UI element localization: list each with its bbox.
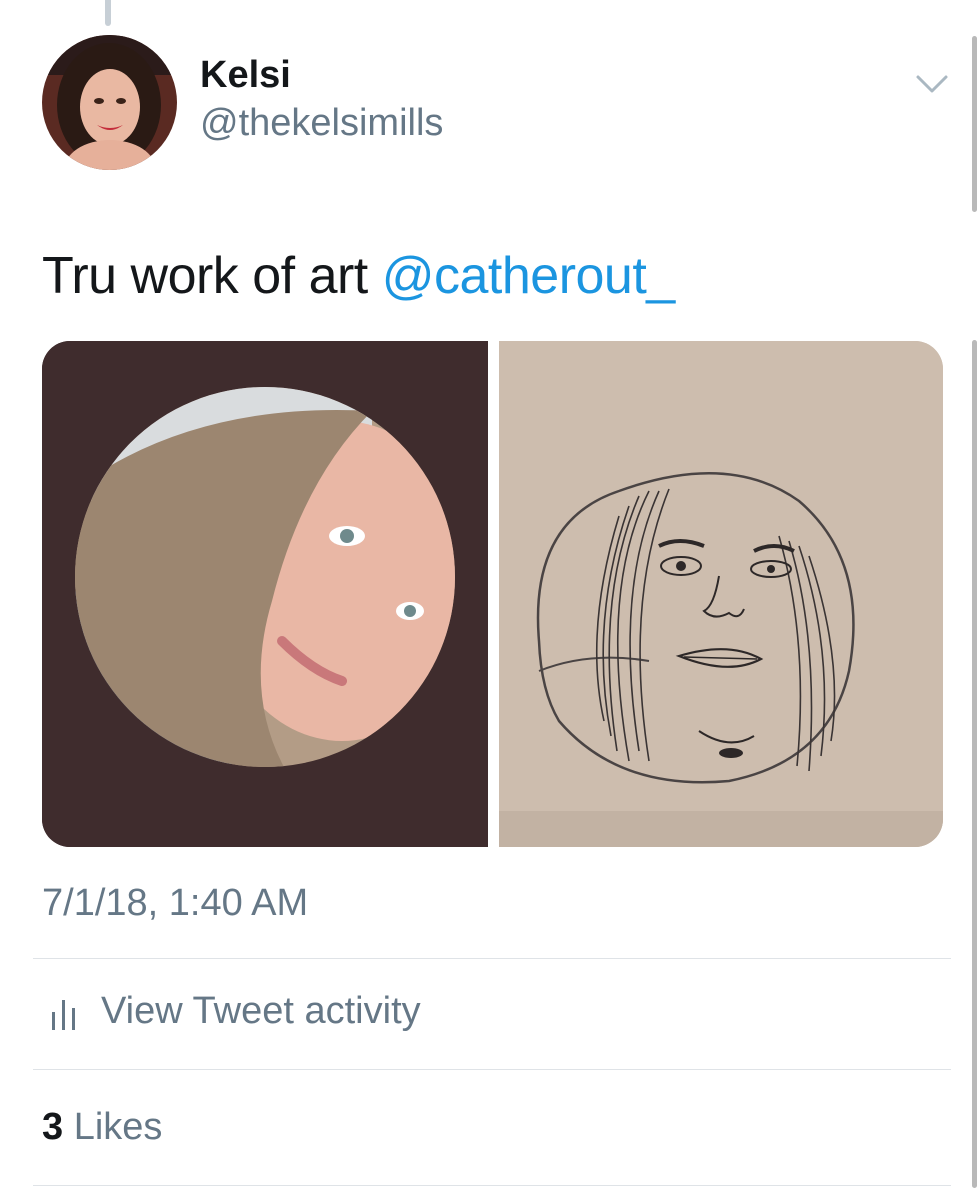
author-display-name[interactable]: Kelsi <box>200 54 291 97</box>
likes-label: Likes <box>63 1106 163 1148</box>
view-tweet-activity-label: View Tweet activity <box>101 990 421 1032</box>
divider <box>33 958 951 959</box>
thread-connector-line <box>105 0 111 26</box>
tweet-body: Tru work of art <box>42 247 382 305</box>
likes-stat[interactable]: 3 Likes <box>42 1106 162 1149</box>
scrollbar-thumb[interactable] <box>972 340 977 1188</box>
selfie-photo <box>42 341 488 847</box>
media-photo-left[interactable] <box>42 341 488 847</box>
avatar[interactable] <box>42 35 177 170</box>
avatar-image <box>42 35 177 170</box>
divider <box>33 1069 951 1070</box>
tweet-text: Tru work of art @catherout_ <box>42 246 675 306</box>
likes-count: 3 <box>42 1106 64 1148</box>
view-tweet-activity-button[interactable]: View Tweet activity <box>33 960 951 1068</box>
author-handle[interactable]: @thekelsimills <box>200 102 443 145</box>
bar-chart-icon <box>52 1000 75 1030</box>
mention-link[interactable]: @catherout_ <box>382 247 676 305</box>
divider <box>33 1185 951 1186</box>
pencil-sketch <box>499 341 943 847</box>
tweet-timestamp: 7/1/18, 1:40 AM <box>42 882 309 924</box>
media-sketch-right[interactable] <box>499 341 943 847</box>
scrollbar-thumb-top[interactable] <box>972 36 977 212</box>
chevron-down-icon[interactable] <box>912 68 952 98</box>
